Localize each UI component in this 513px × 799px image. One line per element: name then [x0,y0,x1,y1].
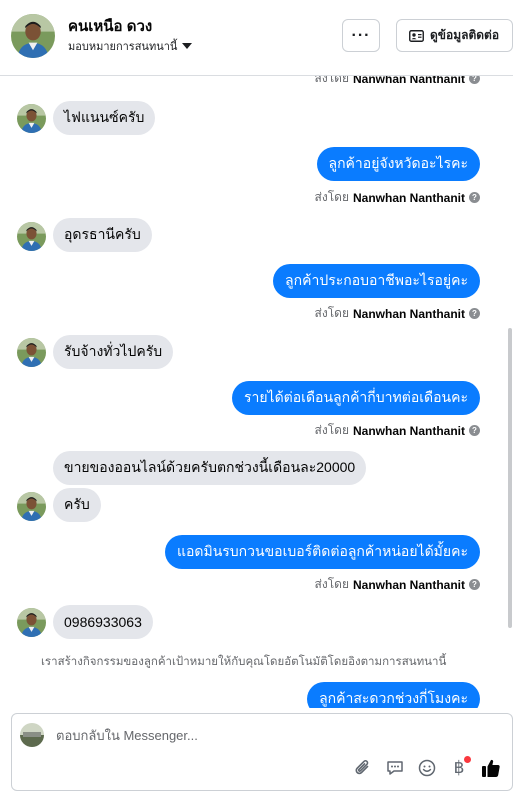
incoming-message[interactable]: ขายของออนไลน์ด้วยครับตกช่วงนี้เดือนละ200… [53,451,367,485]
incoming-message[interactable]: รับจ้างทั่วไปครับ [53,335,174,369]
outgoing-message[interactable]: ลูกค้าสะดวกช่วงกี่โมงคะ [307,682,480,708]
sent-by-label: ส่งโดย Nanwhan Nanthanit? [315,304,480,323]
thumbs-up-icon [482,759,500,777]
incoming-message[interactable]: อุดรธานีครับ [53,218,152,252]
contact-avatar[interactable] [17,608,46,637]
more-options-button[interactable]: ··· [342,19,380,52]
help-icon[interactable]: ? [469,76,480,84]
like-button[interactable] [479,756,503,780]
outgoing-message[interactable]: ลูกค้าประกอบอาชีพอะไรอยู่คะ [273,264,480,298]
incoming-message[interactable]: ครับ [53,488,101,522]
reply-input[interactable] [56,728,306,743]
sent-by-label: ส่งโดย Nanwhan Nanthanit? [315,575,480,594]
chevron-down-icon [182,43,193,49]
saved-reply-icon [387,761,403,775]
emoji-icon [418,759,436,777]
help-icon[interactable]: ? [469,425,480,436]
notification-dot [464,756,471,763]
assign-label: มอบหมายการสนทนานี้ [68,41,178,53]
emoji-button[interactable] [415,756,439,780]
thread-scrollbar[interactable] [508,328,512,628]
contact-avatar[interactable] [17,338,46,367]
contact-card-icon [409,29,424,42]
contact-avatar[interactable] [17,222,46,251]
help-icon[interactable]: ? [469,579,480,590]
reply-composer: ฿ [11,713,513,791]
incoming-message[interactable]: ไฟแนนซ์ครับ [53,101,156,135]
help-icon[interactable]: ? [469,192,480,203]
saved-replies-button[interactable] [383,756,407,780]
page-avatar [20,723,44,747]
sent-by-label: ส่งโดย Nanwhan Nanthanit? [315,188,480,207]
outgoing-message[interactable]: ลูกค้าอยู่จังหวัดอะไรคะ [316,147,480,181]
message-thread[interactable]: ส่งโดย Nanwhan Nanthanit? ไฟแนนซ์ครับ ลูก… [0,76,513,708]
attachment-icon [355,760,369,775]
sent-by-label: ส่งโดย Nanwhan Nanthanit? [315,421,480,440]
outgoing-message[interactable]: แอดมินรบกวนขอเบอร์ติดต่อลูกค้าหน่อยได้มั… [164,535,480,569]
more-icon: ··· [351,26,371,44]
baht-payment-icon: ฿ [453,758,465,778]
conversation-header: คนเหนือ ดวง มอบหมายการสนทนานี้ ··· ดูข้อ… [0,0,513,76]
view-contact-info-button[interactable]: ดูข้อมูลติดต่อ [396,19,513,52]
incoming-message[interactable]: 0986933063 [53,605,153,639]
contact-avatar[interactable] [11,14,55,58]
contact-avatar[interactable] [17,492,46,521]
payment-button[interactable]: ฿ [447,756,471,780]
contact-name[interactable]: คนเหนือ ดวง [68,14,152,38]
attachment-button[interactable] [351,756,375,780]
sent-by-label: ส่งโดย Nanwhan Nanthanit? [315,76,480,88]
contact-avatar[interactable] [17,104,46,133]
assign-conversation-dropdown[interactable]: มอบหมายการสนทนานี้ [68,37,193,55]
view-contact-info-label: ดูข้อมูลติดต่อ [430,28,500,42]
automation-notice: เราสร้างกิจกรรมของลูกค้าเป้าหมายให้กับคุ… [41,656,447,668]
help-icon[interactable]: ? [469,308,480,319]
outgoing-message[interactable]: รายได้ต่อเดือนลูกค้ากี่บาทต่อเดือนคะ [231,381,480,415]
